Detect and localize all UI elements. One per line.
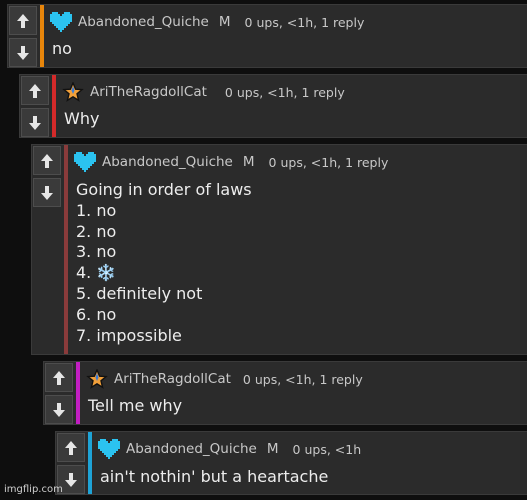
comment-line: 4. ❄️ — [76, 263, 117, 283]
pixel-heart-icon — [74, 152, 96, 172]
arrow-down-icon — [29, 115, 41, 130]
pixel-heart-icon — [98, 439, 120, 459]
thread-bar — [52, 75, 56, 137]
comment-body: Going in order of laws 1. no 2. no 3. no… — [76, 180, 252, 346]
comment-meta: 0 ups, <1h, 1 reply — [224, 84, 345, 100]
arrow-up-icon — [41, 153, 53, 168]
arrow-up-icon — [65, 440, 77, 455]
comment-line: 1. no — [76, 200, 117, 220]
user-flag: M — [266, 441, 279, 457]
comment-line: Going in order of laws — [76, 180, 252, 199]
comment-line: ain't nothin' but a heartache — [100, 467, 329, 486]
arrow-down-icon — [65, 472, 77, 487]
thread-bar — [64, 145, 68, 354]
username-link[interactable]: Abandoned_Quiche — [78, 14, 209, 30]
comment-meta: 0 ups, <1h, 1 reply — [268, 154, 389, 170]
comment-header: AriTheRagdollCat 0 ups, <1h, 1 reply — [62, 81, 345, 103]
comment-line: no — [52, 39, 72, 58]
upvote-button[interactable] — [33, 146, 61, 175]
comment-meta: 0 ups, <1h — [292, 441, 362, 457]
upvote-button[interactable] — [57, 433, 85, 462]
comment-header: Abandoned_Quiche M 0 ups, <1h, 1 reply — [74, 151, 388, 173]
comment-2: AriTheRagdollCat 0 ups, <1h, 1 reply Why — [19, 74, 527, 138]
arrow-down-icon — [53, 402, 65, 417]
comment-body: Tell me why — [88, 396, 182, 417]
comment-line: Why — [64, 109, 100, 128]
arrow-up-icon — [29, 83, 41, 98]
comment-line: 6. no — [76, 304, 117, 324]
thread-bar — [88, 432, 92, 494]
upvote-button[interactable] — [45, 363, 73, 392]
arrow-down-icon — [41, 185, 53, 200]
comment-line: 5. definitely not — [76, 283, 203, 303]
comment-line: 2. no — [76, 221, 117, 241]
user-flag: M — [242, 154, 255, 170]
watermark: imgflip.com — [4, 484, 63, 495]
comment-body: Why — [64, 109, 99, 130]
downvote-button[interactable] — [45, 395, 73, 424]
downvote-button[interactable] — [21, 108, 49, 137]
upvote-button[interactable] — [9, 6, 37, 35]
star-icon — [62, 82, 84, 102]
comment-header: Abandoned_Quiche M 0 ups, <1h — [98, 438, 361, 460]
upvote-button[interactable] — [21, 76, 49, 105]
arrow-up-icon — [53, 370, 65, 385]
downvote-button[interactable] — [9, 38, 37, 67]
comment-5: Abandoned_Quiche M 0 ups, <1h ain't noth… — [55, 431, 527, 495]
comment-header: AriTheRagdollCat 0 ups, <1h, 1 reply — [86, 368, 363, 390]
comment-meta: 0 ups, <1h, 1 reply — [242, 371, 363, 387]
username-link[interactable]: AriTheRagdollCat — [114, 371, 231, 387]
comment-3: Abandoned_Quiche M 0 ups, <1h, 1 reply G… — [31, 144, 527, 355]
downvote-button[interactable] — [33, 178, 61, 207]
thread-bar — [40, 5, 44, 67]
comment-body: no — [52, 39, 72, 60]
comment-header: Abandoned_Quiche M 0 ups, <1h, 1 reply — [50, 11, 364, 33]
star-icon — [86, 369, 108, 389]
comment-1: Abandoned_Quiche M 0 ups, <1h, 1 reply n… — [7, 4, 527, 68]
thread-bar — [76, 362, 80, 424]
arrow-up-icon — [17, 13, 29, 28]
comment-4: AriTheRagdollCat 0 ups, <1h, 1 reply Tel… — [43, 361, 527, 425]
username-link[interactable]: AriTheRagdollCat — [90, 84, 207, 100]
comment-meta: 0 ups, <1h, 1 reply — [244, 14, 365, 30]
comment-line: 7. impossible — [76, 325, 182, 345]
comment-body: ain't nothin' but a heartache — [100, 467, 328, 488]
comment-line: 3. no — [76, 242, 117, 262]
comment-line: Tell me why — [88, 396, 183, 415]
pixel-heart-icon — [50, 12, 72, 32]
username-link[interactable]: Abandoned_Quiche — [102, 154, 233, 170]
user-flag: M — [218, 14, 231, 30]
username-link[interactable]: Abandoned_Quiche — [126, 441, 257, 457]
arrow-down-icon — [17, 45, 29, 60]
